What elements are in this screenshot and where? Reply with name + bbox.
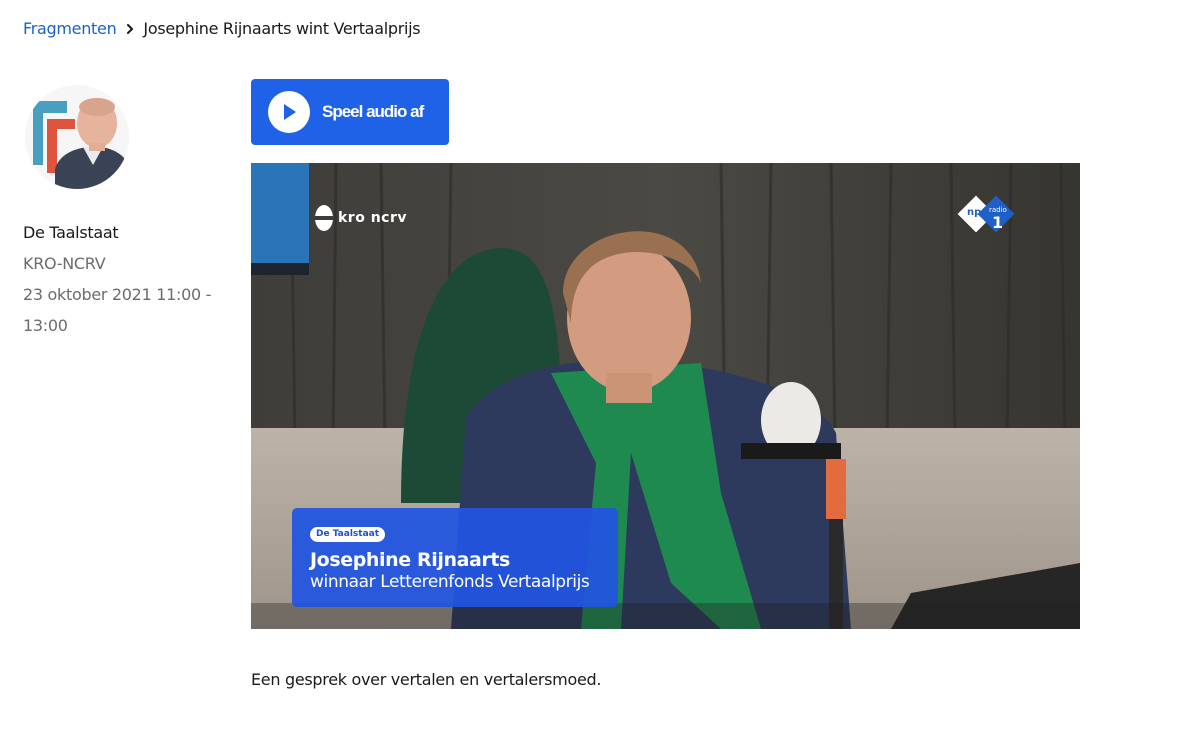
play-icon xyxy=(268,91,310,133)
npo-radio-1-logo: npo radio 1 xyxy=(957,195,1015,233)
breadcrumb-current: Josephine Rijnaarts wint Vertaalprijs xyxy=(143,19,421,38)
play-audio-label: Speel audio af xyxy=(322,102,424,121)
lower-third-role: winnaar Letterenfonds Vertaalprijs xyxy=(310,572,590,592)
program-avatar xyxy=(25,85,129,189)
npo-radio-number: 1 xyxy=(992,213,1003,232)
play-audio-button[interactable]: Speel audio af xyxy=(251,79,449,145)
broadcast-date: 23 oktober 2021 11:00 - 13:00 xyxy=(23,285,212,335)
breadcrumb: Fragmenten Josephine Rijnaarts wint Vert… xyxy=(23,19,421,38)
chevron-right-icon xyxy=(126,23,134,34)
video-lower-third: De Taalstaat Josephine Rijnaarts winnaar… xyxy=(292,508,618,607)
program-meta: De Taalstaat KRO-NCRV 23 oktober 2021 11… xyxy=(23,217,223,341)
breadcrumb-link-fragmenten[interactable]: Fragmenten xyxy=(23,19,117,38)
program-name: De Taalstaat xyxy=(23,223,119,242)
lower-third-badge: De Taalstaat xyxy=(310,527,386,542)
kro-ncrv-mark-icon xyxy=(315,205,333,231)
kro-ncrv-logo-text: kro ncrv xyxy=(338,209,408,226)
kro-ncrv-logo: kro ncrv xyxy=(313,203,407,233)
lower-third-name: Josephine Rijnaarts xyxy=(310,549,510,571)
fragment-description: Een gesprek over vertalen en vertalersmo… xyxy=(251,670,602,689)
npo-logo-text: npo xyxy=(967,207,988,218)
video-player[interactable]: kro ncrv npo radio 1 De Taalstaat Joseph… xyxy=(251,163,1080,629)
broadcaster-name: KRO-NCRV xyxy=(23,254,106,273)
